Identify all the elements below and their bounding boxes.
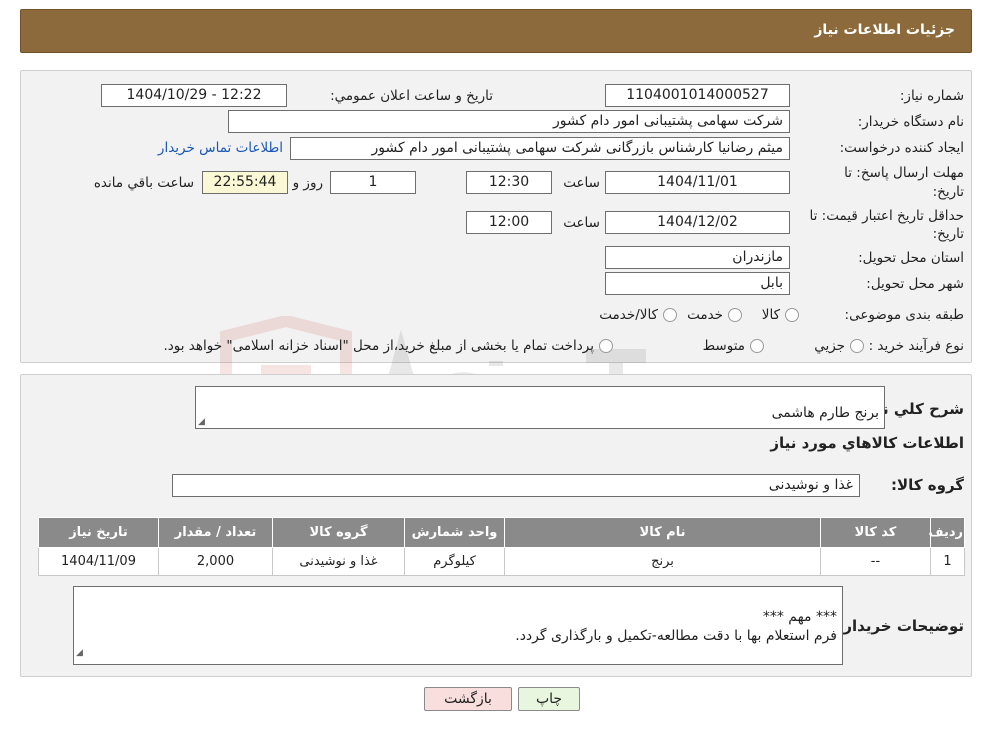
buyer-notes-text: *** مهم *** فرم استعلام بها با دقت مطالع… (515, 609, 837, 644)
cell-group: غذا و نوشیدنی (272, 547, 405, 576)
city-field[interactable]: بابل (605, 272, 790, 295)
back-button[interactable]: بازگشت (424, 687, 512, 711)
cell-name: برنج (504, 547, 821, 576)
process-medium-radio[interactable] (750, 339, 764, 353)
cell-unit: کیلوگرم (404, 547, 505, 576)
deadline-label: مهلت ارسال پاسخ: تا (844, 165, 964, 181)
items-table-header: ردیف کد کالا نام کالا واحد شمارش گروه کا… (38, 517, 965, 548)
category-goods-service-label: کالا/خدمت (599, 307, 658, 323)
days-label: روز و (292, 175, 323, 191)
category-goods-radio[interactable] (785, 308, 799, 322)
process-treasury-note: پرداخت تمام یا بخشی از مبلغ خرید،از محل … (163, 338, 594, 354)
summary-text: برنج طارم هاشمی (771, 405, 879, 421)
goods-group-label: گروه کالا: (891, 476, 964, 494)
announce-date-label: تاریخ و ساعت اعلان عمومي: (330, 88, 493, 104)
announce-date-field[interactable]: 1404/10/29 - 12:22 (101, 84, 287, 107)
city-label: شهر محل تحویل: (866, 276, 964, 292)
validity-label: حداقل تاریخ اعتبار قیمت: تا (809, 208, 964, 224)
province-field[interactable]: مازندران (605, 246, 790, 269)
deadline-time-label: ساعت (563, 175, 600, 191)
category-goods-label: کالا (761, 307, 780, 323)
process-medium-label: متوسط (702, 338, 745, 354)
cell-code: -- (820, 547, 931, 576)
buyer-contact-link[interactable]: اطلاعات تماس خریدار (158, 140, 283, 156)
province-label: استان محل تحویل: (858, 250, 964, 266)
summary-textarea[interactable]: برنج طارم هاشمی ◢ (195, 386, 885, 429)
buyer-org-field[interactable]: شرکت سهامی پشتیبانی امور دام کشور (228, 110, 790, 133)
buyer-notes-label: توضیحات خریدار: (837, 617, 964, 635)
remaining-time-label: ساعت باقي مانده (93, 175, 194, 191)
category-label: طبقه بندی موضوعی: (844, 307, 964, 323)
page-title: جزئیات اطلاعات نیاز (814, 22, 955, 38)
process-treasury-radio[interactable] (599, 339, 613, 353)
cell-qty: 2,000 (158, 547, 273, 576)
need-number-label: شماره نیاز: (899, 88, 964, 104)
buyer-notes-textarea[interactable]: *** مهم *** فرم استعلام بها با دقت مطالع… (73, 586, 843, 665)
resize-grip-icon[interactable]: ◢ (198, 417, 205, 427)
col-row-header: ردیف (928, 517, 965, 548)
col-group-header: گروه کالا (272, 517, 405, 548)
resize-grip-icon[interactable]: ◢ (76, 644, 83, 663)
print-button[interactable]: چاپ (518, 687, 580, 711)
cell-row: 1 (930, 547, 965, 576)
process-minor-radio[interactable] (850, 339, 864, 353)
need-info-panel: شماره نیاز: 1104001014000527 تاریخ و ساع… (20, 70, 972, 466)
days-remaining-field[interactable]: 1 (330, 171, 416, 194)
goods-group-field[interactable]: غذا و نوشیدنی (172, 474, 860, 497)
category-service-label: خدمت (687, 307, 723, 323)
validity-time-field[interactable]: 12:00 (466, 211, 552, 234)
col-unit-header: واحد شمارش (404, 517, 505, 548)
table-row[interactable]: 1 -- برنج کیلوگرم غذا و نوشیدنی 2,000 14… (38, 547, 965, 576)
buyer-org-label: نام دستگاه خریدار: (857, 114, 964, 130)
col-qty-header: تعداد / مقدار (158, 517, 273, 548)
validity-label-date: تاریخ: (932, 226, 964, 242)
process-minor-label: جزيي (814, 338, 845, 354)
process-type-label: نوع فرآیند خرید : (868, 338, 964, 354)
cell-date: 1404/11/09 (38, 547, 159, 576)
requester-label: ایجاد کننده درخواست: (839, 140, 964, 156)
items-table: ردیف کد کالا نام کالا واحد شمارش گروه کا… (38, 517, 965, 576)
col-name-header: نام کالا (504, 517, 821, 548)
col-code-header: کد کالا (820, 517, 931, 548)
requester-field[interactable]: میثم رضانیا کارشناس بازرگانی شرکت سهامی … (290, 137, 790, 160)
deadline-date-field[interactable]: 1404/11/01 (605, 171, 790, 194)
deadline-label-date: تاریخ: (932, 184, 964, 200)
deadline-time-field[interactable]: 12:30 (466, 171, 552, 194)
category-service-radio[interactable] (728, 308, 742, 322)
remaining-time-field[interactable]: 22:55:44 (202, 171, 288, 194)
validity-time-label: ساعت (563, 215, 600, 231)
items-heading: اطلاعات کالاهاي مورد نیاز (770, 434, 964, 452)
need-details-panel: شرح کلي نیاز: برنج طارم هاشمی ◢ اطلاعات … (20, 374, 972, 677)
col-date-header: تاریخ نیاز (38, 517, 159, 548)
validity-date-field[interactable]: 1404/12/02 (605, 211, 790, 234)
need-number-field[interactable]: 1104001014000527 (605, 84, 790, 107)
category-goods-service-radio[interactable] (663, 308, 677, 322)
page-header: جزئیات اطلاعات نیاز (20, 9, 972, 53)
